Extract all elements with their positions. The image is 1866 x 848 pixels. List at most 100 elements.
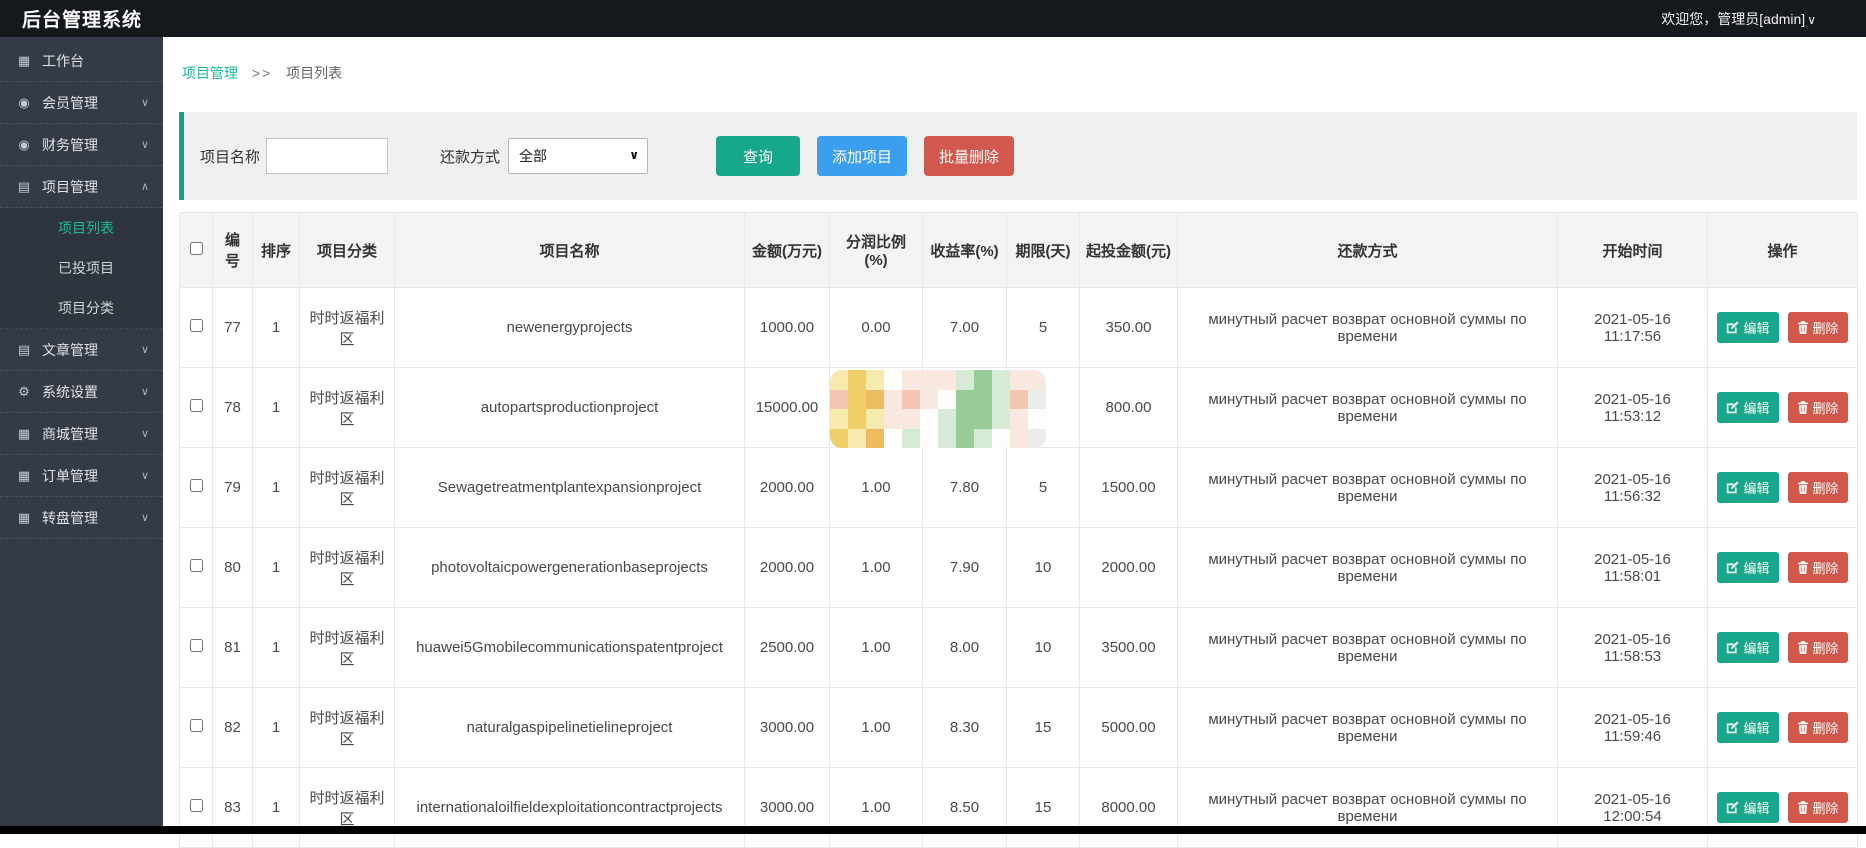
- project-icon: ▤: [15, 179, 33, 195]
- submenu-item[interactable]: 已投项目: [0, 248, 163, 288]
- user-menu[interactable]: 欢迎您，管理员[admin]∨: [1661, 9, 1816, 29]
- mosaic-cell: [848, 429, 866, 449]
- sort-cell: 1: [253, 688, 300, 768]
- row-checkbox[interactable]: [190, 719, 203, 732]
- edit-button[interactable]: 编辑: [1717, 792, 1778, 823]
- mosaic-cell: [902, 370, 920, 390]
- repayment-cell: минутный расчет возврат основной суммы п…: [1178, 688, 1558, 768]
- mosaic-cell: [938, 429, 956, 449]
- start-time-cell: 2021-05-16 11:53:12: [1558, 368, 1708, 448]
- delete-button[interactable]: 删除: [1788, 312, 1848, 343]
- delete-button-label: 删除: [1813, 718, 1839, 737]
- sidebar-item-label: 会员管理: [42, 93, 98, 113]
- sidebar-item-workbench[interactable]: ▦工作台: [0, 40, 163, 82]
- select-all-checkbox[interactable]: [190, 242, 203, 255]
- mosaic-cell: [902, 409, 920, 429]
- search-button[interactable]: 查询: [716, 136, 800, 176]
- app-title: 后台管理系统: [22, 5, 142, 32]
- add-project-button[interactable]: 添加项目: [817, 136, 907, 176]
- edit-icon: [1726, 721, 1739, 734]
- delete-button-label: 删除: [1813, 638, 1839, 657]
- edit-icon: [1726, 641, 1739, 654]
- row-checkbox-cell: [180, 448, 213, 528]
- gear-icon: ⚙: [15, 384, 33, 400]
- edit-button-label: 编辑: [1743, 318, 1769, 337]
- chevron-down-icon: ∨: [141, 427, 149, 440]
- delete-button[interactable]: 删除: [1788, 392, 1848, 423]
- project-table-wrap: 编号排序项目分类项目名称金额(万元)分润比例(%)收益率(%)期限(天)起投金额…: [179, 212, 1857, 848]
- sidebar-item-orders[interactable]: ▦订单管理∨: [0, 455, 163, 497]
- sidebar-item-wheel[interactable]: ▦转盘管理∨: [0, 497, 163, 539]
- sidebar-item-label: 订单管理: [42, 466, 98, 486]
- mosaic-cell: [866, 429, 884, 449]
- mosaic-cell: [1010, 370, 1028, 390]
- mosaic-cell: [1028, 390, 1046, 410]
- edit-button[interactable]: 编辑: [1717, 312, 1778, 343]
- mosaic-cell: [1010, 409, 1028, 429]
- table-row: 831时时返福利区internationaloilfieldexploitati…: [180, 768, 1858, 848]
- header-checkbox-cell: [180, 213, 213, 288]
- edit-button[interactable]: 编辑: [1717, 712, 1778, 743]
- mosaic-cell: [956, 429, 974, 449]
- repay-method-select-wrap: 全部 ∨: [508, 138, 648, 174]
- project-name-label: 项目名称: [200, 146, 260, 167]
- chevron-down-icon: ∨: [141, 511, 149, 524]
- sidebar-item-projects[interactable]: ▤项目管理∧: [0, 166, 163, 208]
- start-time-cell: 2021-05-16 11:17:56: [1558, 288, 1708, 368]
- row-checkbox[interactable]: [190, 799, 203, 812]
- edit-button[interactable]: 编辑: [1717, 472, 1778, 503]
- delete-button[interactable]: 删除: [1788, 552, 1848, 583]
- sidebar-item-articles[interactable]: ▤文章管理∨: [0, 329, 163, 371]
- delete-button[interactable]: 删除: [1788, 472, 1848, 503]
- profit-ratio-cell: 1.00: [830, 688, 923, 768]
- article-icon: ▤: [15, 342, 33, 358]
- sidebar-item-finance[interactable]: ◉财务管理∨: [0, 124, 163, 166]
- sidebar-item-settings[interactable]: ⚙系统设置∨: [0, 371, 163, 413]
- mosaic-cell: [938, 409, 956, 429]
- mosaic-cell: [938, 370, 956, 390]
- batch-delete-button[interactable]: 批量删除: [924, 136, 1014, 176]
- sidebar-item-label: 工作台: [42, 51, 84, 71]
- mosaic-cell: [1010, 429, 1028, 449]
- submenu-item[interactable]: 项目列表: [0, 208, 163, 248]
- breadcrumb-separator: >>: [252, 65, 272, 81]
- profit-ratio-cell: 1.00: [830, 608, 923, 688]
- sidebar-item-label: 财务管理: [42, 135, 98, 155]
- delete-button[interactable]: 删除: [1788, 792, 1848, 823]
- delete-button[interactable]: 删除: [1788, 712, 1848, 743]
- repay-method-select[interactable]: 全部: [508, 138, 648, 174]
- sidebar-item-members[interactable]: ◉会员管理∨: [0, 82, 163, 124]
- mosaic-cell: [992, 390, 1010, 410]
- sort-cell: 1: [253, 528, 300, 608]
- edit-button[interactable]: 编辑: [1717, 632, 1778, 663]
- edit-button[interactable]: 编辑: [1717, 552, 1778, 583]
- mosaic-cell: [830, 390, 848, 410]
- repayment-cell: минутный расчет возврат основной суммы п…: [1178, 368, 1558, 448]
- edit-button[interactable]: 编辑: [1717, 392, 1778, 423]
- row-checkbox[interactable]: [190, 319, 203, 332]
- breadcrumb-parent[interactable]: 项目管理: [182, 65, 238, 81]
- sidebar-item-label: 转盘管理: [42, 508, 98, 528]
- category-cell: 时时返福利区: [300, 448, 395, 528]
- project-name-input[interactable]: [266, 138, 388, 174]
- project-name-cell: autopartsproductionproject: [395, 368, 745, 448]
- column-header: 期限(天): [1007, 213, 1080, 288]
- row-checkbox[interactable]: [190, 559, 203, 572]
- actions-cell: 编辑删除: [1708, 448, 1858, 528]
- row-checkbox[interactable]: [190, 399, 203, 412]
- mosaic-cell: [884, 370, 902, 390]
- trash-icon: [1797, 401, 1809, 414]
- mosaic-cell: [902, 390, 920, 410]
- min-invest-cell: 8000.00: [1080, 768, 1178, 848]
- delete-button[interactable]: 删除: [1788, 632, 1848, 663]
- edit-button-label: 编辑: [1743, 398, 1769, 417]
- project-name-cell: photovoltaicpowergenerationbaseprojects: [395, 528, 745, 608]
- mosaic-cell: [920, 409, 938, 429]
- sidebar-item-mall[interactable]: ▦商城管理∨: [0, 413, 163, 455]
- actions-cell: 编辑删除: [1708, 288, 1858, 368]
- submenu-item[interactable]: 项目分类: [0, 288, 163, 328]
- row-checkbox[interactable]: [190, 639, 203, 652]
- mosaic-cell: [974, 429, 992, 449]
- category-cell: 时时返福利区: [300, 528, 395, 608]
- row-checkbox[interactable]: [190, 479, 203, 492]
